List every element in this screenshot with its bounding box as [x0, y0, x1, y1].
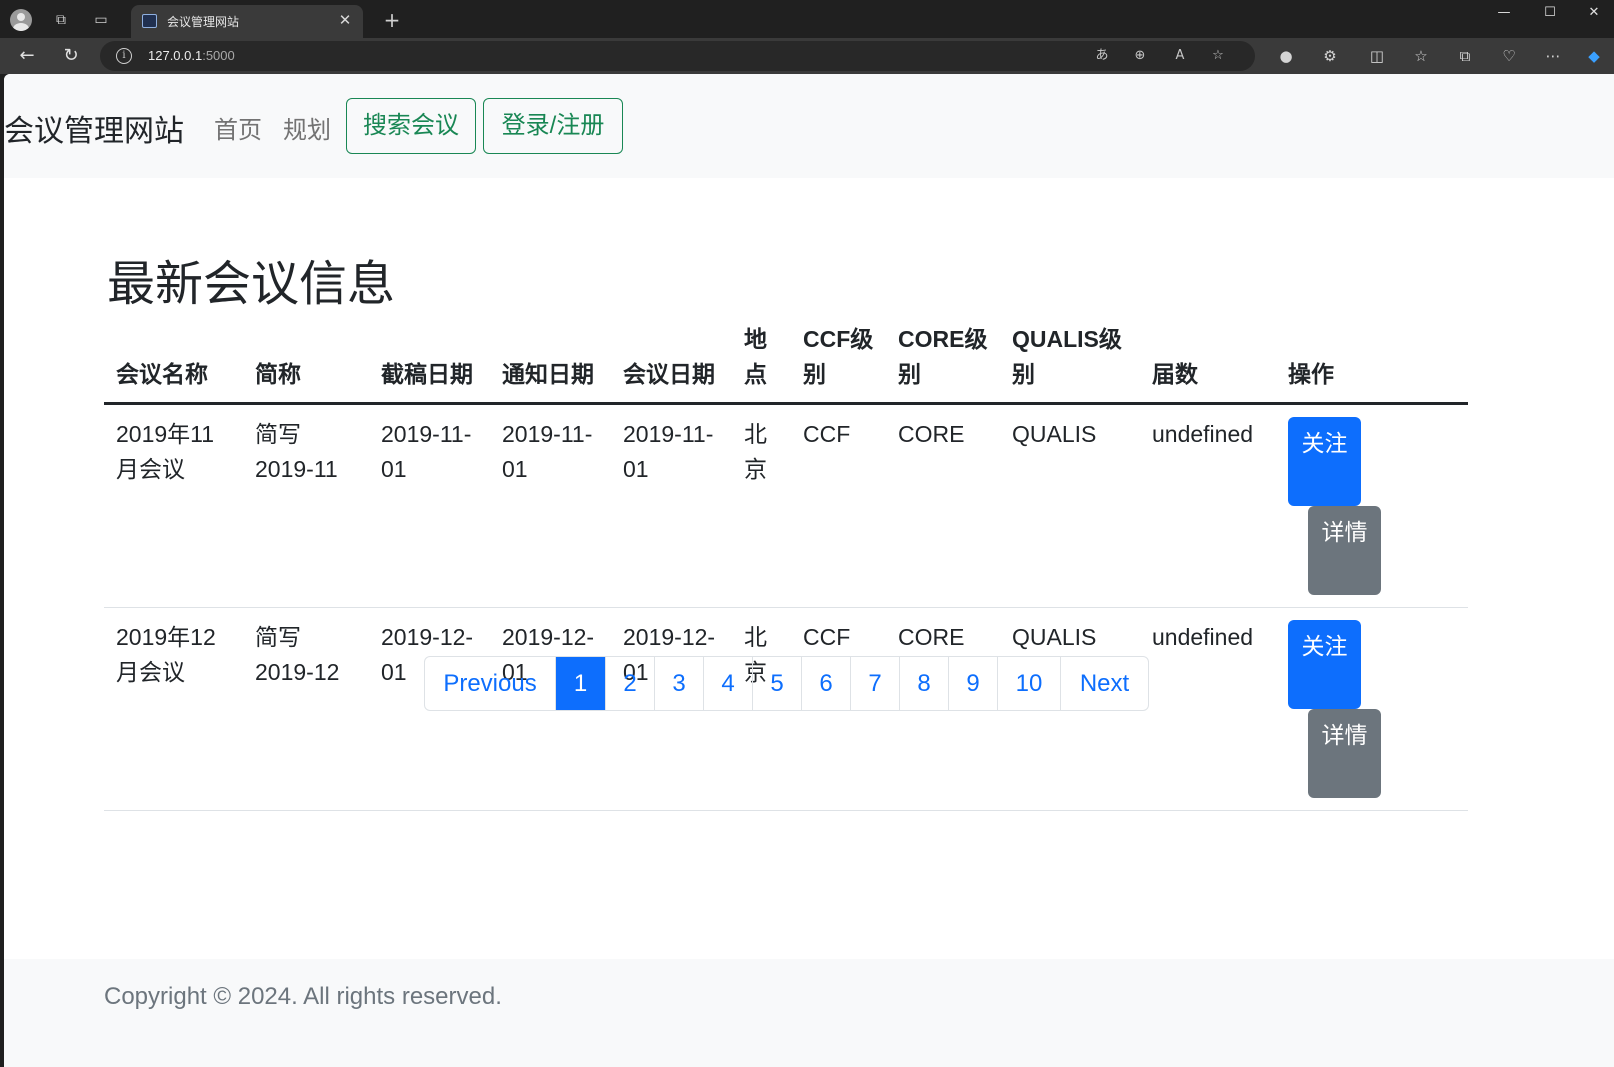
- page-link-2[interactable]: 2: [605, 657, 654, 710]
- cell-date: 2019-11-01: [611, 403, 732, 608]
- terminal-favicon-icon: [142, 14, 157, 28]
- favorites-icon[interactable]: ☆: [1409, 44, 1433, 68]
- new-tab-button[interactable]: +: [381, 9, 403, 31]
- translate-icon[interactable]: あ: [1092, 46, 1112, 66]
- follow-button[interactable]: 关注: [1288, 620, 1361, 709]
- site-brand[interactable]: 会议管理网站: [4, 106, 184, 150]
- cell-name: 2019年11月会议: [104, 403, 243, 608]
- active-tab[interactable]: 会议管理网站 ✕: [131, 5, 363, 38]
- header-session: 届数: [1140, 320, 1276, 405]
- login-register-button[interactable]: 登录/注册: [483, 98, 623, 154]
- cell-actions: 关注 详情: [1276, 607, 1468, 811]
- extensions-icon[interactable]: ⚙: [1318, 44, 1342, 68]
- page-link-4[interactable]: 4: [703, 657, 752, 710]
- vertical-tabs-icon[interactable]: ▭: [90, 9, 112, 31]
- page-previous[interactable]: Previous: [425, 657, 555, 710]
- header-abbr: 简称: [243, 320, 369, 405]
- search-conference-button[interactable]: 搜索会议: [346, 98, 476, 154]
- close-tab-icon[interactable]: ✕: [335, 10, 355, 30]
- cell-core: CORE: [886, 403, 1000, 608]
- refresh-icon[interactable]: ↻: [58, 44, 84, 68]
- page-next[interactable]: Next: [1060, 657, 1148, 710]
- page-link-7[interactable]: 7: [850, 657, 899, 710]
- page-title: 最新会议信息: [107, 258, 396, 311]
- follow-button[interactable]: 关注: [1288, 417, 1361, 506]
- browser-tab-bar: ⧉ ▭ 会议管理网站 ✕ + — ☐ ✕: [0, 0, 1614, 38]
- copyright-text: Copyright © 2024. All rights reserved.: [104, 983, 502, 1010]
- page-link-1[interactable]: 1: [555, 657, 605, 710]
- tab-title: 会议管理网站: [167, 15, 240, 29]
- site-navbar: 会议管理网站 首页 规划 搜索会议 登录/注册: [4, 74, 1614, 178]
- close-window-icon[interactable]: ✕: [1574, 2, 1614, 24]
- page-link-6[interactable]: 6: [801, 657, 850, 710]
- cell-location: 北京: [732, 403, 791, 608]
- detail-button[interactable]: 详情: [1308, 506, 1381, 595]
- cell-name: 2019年12月会议: [104, 607, 243, 811]
- page-link-8[interactable]: 8: [899, 657, 948, 710]
- split-screen-icon[interactable]: ◫: [1365, 44, 1389, 68]
- address-bar[interactable]: i 127.0.0.1:5000 あ ⊕ A ☆: [100, 41, 1255, 71]
- minimize-icon[interactable]: —: [1484, 2, 1524, 24]
- cell-deadline: 2019-11-01: [369, 403, 490, 608]
- nav-link-home[interactable]: 首页: [214, 110, 262, 145]
- header-deadline: 截稿日期: [369, 320, 490, 405]
- header-actions: 操作: [1276, 320, 1468, 405]
- header-location: 地点: [732, 320, 791, 405]
- page-link-10[interactable]: 10: [997, 657, 1060, 710]
- more-options-icon[interactable]: ⋯: [1541, 44, 1565, 68]
- conference-table: 会议名称 简称 截稿日期 通知日期 会议日期 地点 CCF级别 CORE级别 Q…: [104, 320, 1468, 811]
- browser-essentials-icon[interactable]: ♡: [1497, 44, 1521, 68]
- page-link-3[interactable]: 3: [654, 657, 703, 710]
- cell-abbr: 简写2019-11: [243, 403, 369, 608]
- cell-ccf: CCF: [791, 403, 886, 608]
- url-text[interactable]: 127.0.0.1:5000: [148, 48, 235, 63]
- cell-session: undefined: [1140, 607, 1276, 811]
- collections-icon[interactable]: ⧉: [1453, 44, 1477, 68]
- header-qualis: QUALIS级别: [1000, 320, 1140, 405]
- header-notice: 通知日期: [490, 320, 611, 405]
- back-icon[interactable]: ←: [14, 44, 40, 68]
- table-header-row: 会议名称 简称 截稿日期 通知日期 会议日期 地点 CCF级别 CORE级别 Q…: [104, 320, 1468, 405]
- table-row: 2019年11月会议 简写2019-11 2019-11-01 2019-11-…: [104, 403, 1468, 608]
- header-core: CORE级别: [886, 320, 1000, 405]
- cell-notice: 2019-11-01: [490, 403, 611, 608]
- favorite-star-icon[interactable]: ☆: [1208, 46, 1228, 66]
- workspaces-icon[interactable]: ⧉: [50, 9, 72, 31]
- header-ccf: CCF级别: [791, 320, 886, 405]
- pagination: Previous 1 2 3 4 5 6 7 8 9 10 Next: [424, 656, 1149, 711]
- cell-qualis: QUALIS: [1000, 403, 1140, 608]
- cell-actions: 关注 详情: [1276, 403, 1468, 608]
- maximize-icon[interactable]: ☐: [1530, 2, 1570, 24]
- site-footer: Copyright © 2024. All rights reserved.: [4, 959, 1614, 1067]
- detail-button[interactable]: 详情: [1308, 709, 1381, 798]
- cell-abbr: 简写2019-12: [243, 607, 369, 811]
- cell-session: undefined: [1140, 403, 1276, 608]
- zoom-icon[interactable]: ⊕: [1130, 46, 1150, 66]
- page-link-5[interactable]: 5: [752, 657, 801, 710]
- profile-avatar-icon[interactable]: [10, 9, 32, 31]
- copilot-icon[interactable]: ◆: [1582, 44, 1606, 68]
- read-aloud-icon[interactable]: A: [1170, 46, 1190, 66]
- header-name: 会议名称: [104, 320, 243, 405]
- page-link-9[interactable]: 9: [948, 657, 997, 710]
- cookie-extension-icon[interactable]: ●: [1274, 44, 1298, 68]
- header-date: 会议日期: [611, 320, 732, 405]
- nav-link-plan[interactable]: 规划: [283, 110, 331, 145]
- page-viewport: 会议管理网站 首页 规划 搜索会议 登录/注册 最新会议信息 会议名称 简称 截…: [4, 74, 1614, 1067]
- site-info-icon[interactable]: i: [116, 48, 132, 64]
